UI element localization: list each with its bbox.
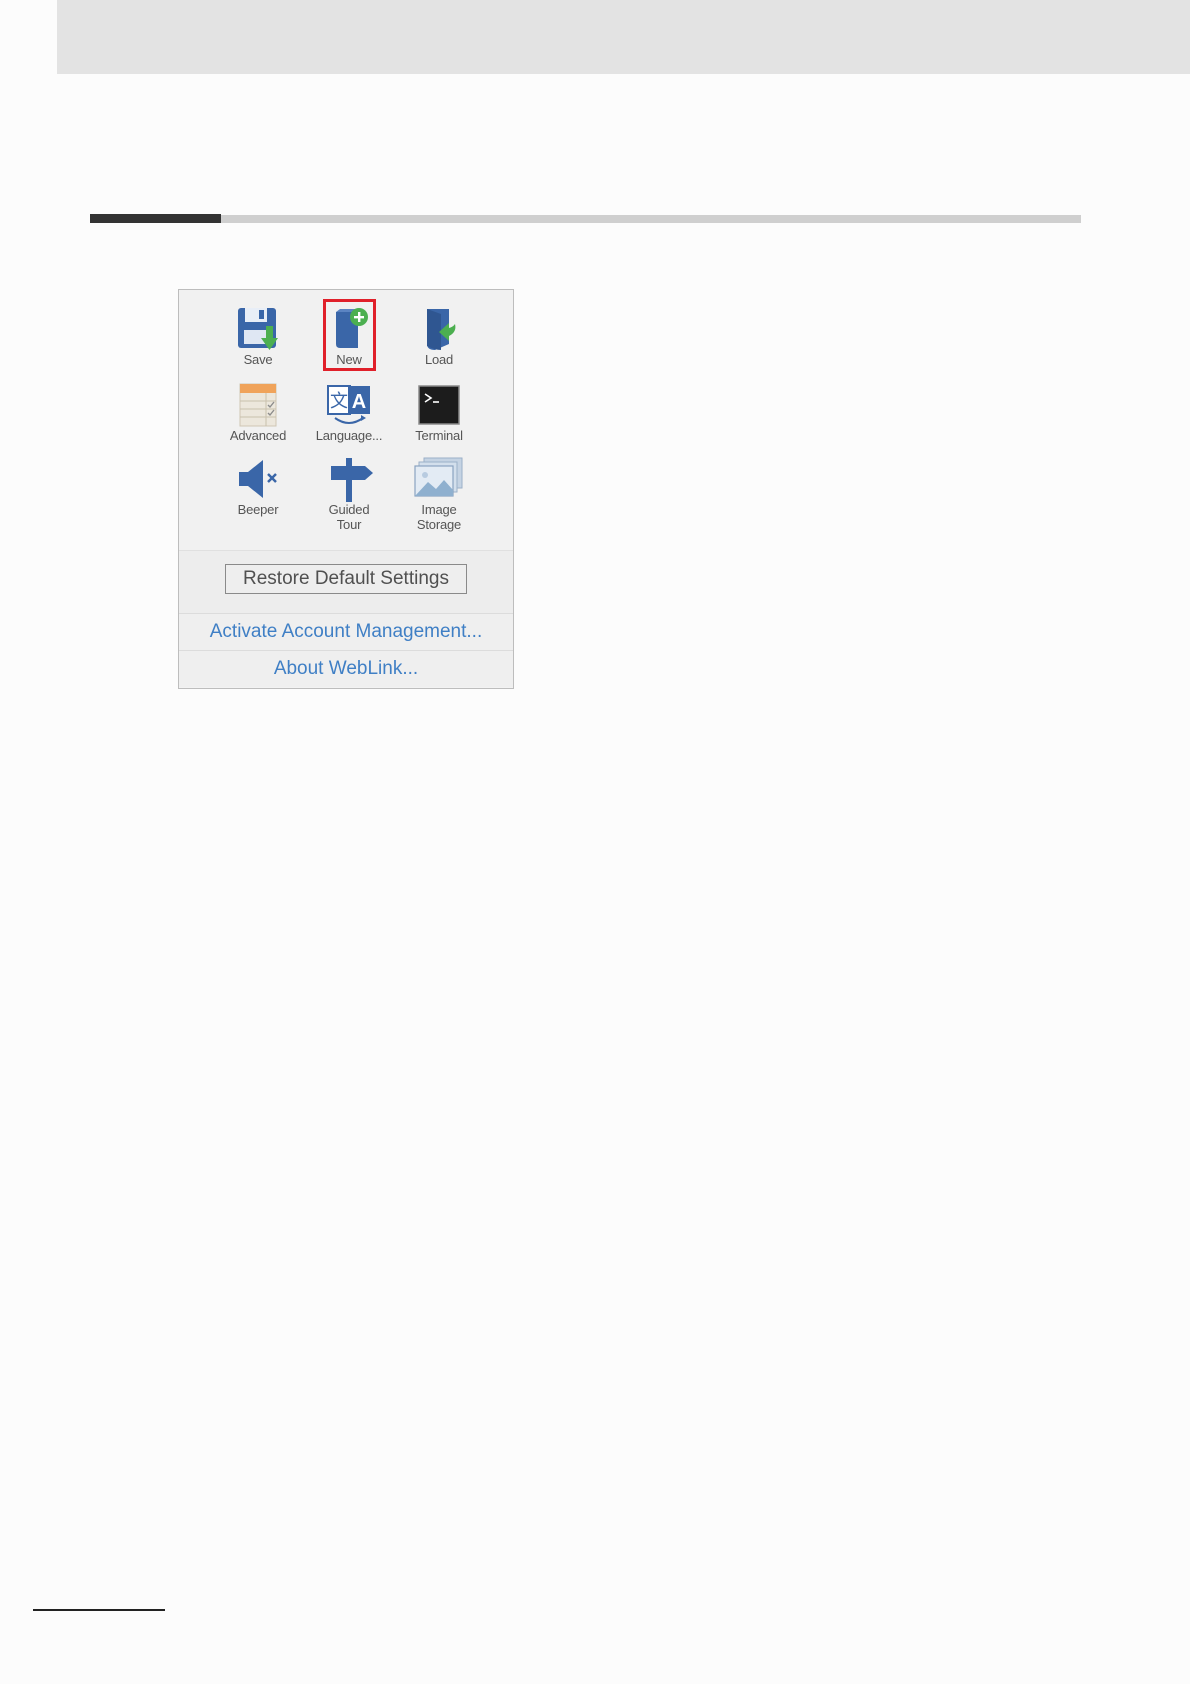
menu-item-label-line1: Guided xyxy=(328,502,370,517)
save-icon xyxy=(238,308,278,350)
load-icon xyxy=(427,309,456,350)
beeper-muted-icon xyxy=(239,460,277,498)
menu-icon-grid: Save New Load Advanced 文 A Language... T… xyxy=(179,290,513,550)
about-weblink-link[interactable]: About WebLink... xyxy=(179,650,513,687)
advanced-icon xyxy=(239,383,277,427)
menu-item-terminal[interactable]: Terminal xyxy=(399,382,479,443)
language-icon: 文 A xyxy=(327,385,370,424)
restore-section: Restore Default Settings xyxy=(179,550,513,613)
menu-item-label: Load xyxy=(424,352,454,367)
menu-item-image-storage[interactable]: Image Storage xyxy=(399,456,479,532)
section-rule xyxy=(221,215,1081,223)
settings-menu-panel: Save New Load Advanced 文 A Language... T… xyxy=(178,289,514,689)
menu-item-label: Language... xyxy=(315,428,383,443)
menu-item-label-line2: Storage xyxy=(416,517,462,532)
menu-item-language[interactable]: 文 A Language... xyxy=(309,382,389,443)
menu-item-load[interactable]: Load xyxy=(399,306,479,367)
new-item-highlight-box xyxy=(323,299,376,371)
menu-item-advanced[interactable]: Advanced xyxy=(218,382,298,443)
menu-item-guided-tour[interactable]: Guided Tour xyxy=(309,456,389,532)
menu-item-label-line1: Image xyxy=(421,502,457,517)
menu-item-label-line2: Tour xyxy=(336,517,362,532)
terminal-icon xyxy=(418,385,460,425)
menu-item-label: Advanced xyxy=(229,428,287,443)
menu-item-beeper[interactable]: Beeper xyxy=(218,456,298,517)
menu-item-label: Beeper xyxy=(237,502,279,517)
header-band xyxy=(57,0,1190,74)
svg-text:A: A xyxy=(352,391,366,413)
menu-item-label: Terminal xyxy=(415,428,463,443)
menu-item-label: Save xyxy=(243,352,273,367)
section-rule-accent xyxy=(90,214,221,223)
menu-item-save[interactable]: Save xyxy=(218,306,298,367)
activate-account-management-link[interactable]: Activate Account Management... xyxy=(179,613,513,650)
restore-default-settings-button[interactable]: Restore Default Settings xyxy=(225,564,467,594)
signpost-icon xyxy=(331,458,373,502)
image-storage-icon xyxy=(414,457,463,497)
footer-rule xyxy=(33,1609,165,1611)
svg-text:文: 文 xyxy=(330,391,348,412)
